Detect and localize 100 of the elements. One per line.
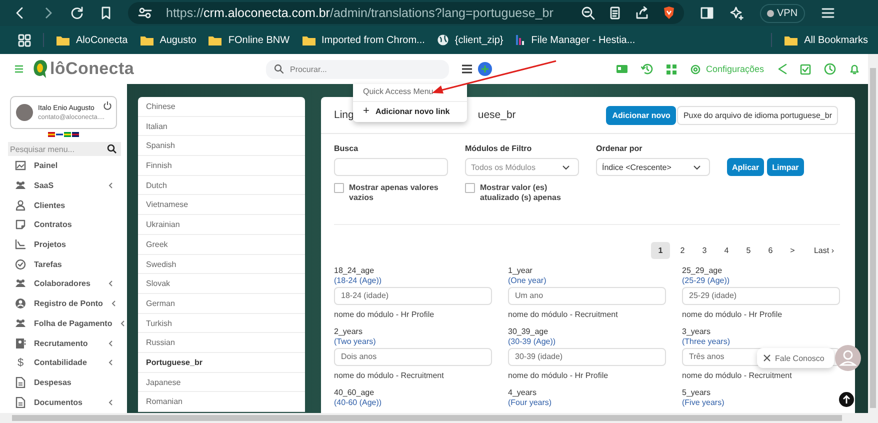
input-field[interactable]: Um ano [508,287,666,305]
sidebar-icon[interactable] [700,6,714,20]
grid-icon[interactable] [666,64,677,74]
language-item[interactable]: German [138,294,305,314]
bookmark[interactable]: AloConecta [56,34,128,46]
address-bar[interactable]: https://crm.aloconecta.com.br/admin/translations?lang=portuguese_br [128,2,684,24]
language-item[interactable]: Greek [138,234,305,254]
apps-grid-icon[interactable] [18,34,31,46]
language-item[interactable]: Dutch [138,176,305,196]
input-field[interactable]: 30-39 (idade) [508,348,666,366]
close-icon[interactable] [763,354,771,362]
menu-item[interactable]: Colaboradores [0,274,127,294]
english-link[interactable]: (18-24 (Age)) [334,276,492,286]
bookmark[interactable]: {client_zip} [436,34,504,46]
page-link[interactable]: Last › [812,242,835,259]
language-item[interactable]: Italian [138,116,305,136]
language-item[interactable]: Romanian [138,392,305,412]
english-link[interactable]: (One year) [508,276,666,286]
bookmark[interactable]: Imported from Chrom... [302,34,425,46]
vpn-button[interactable]: VPN [760,4,805,22]
menu-item[interactable]: Clientes [0,195,127,216]
zoom-out-icon[interactable] [581,6,596,20]
pull-button[interactable]: Puxe do arquivo de idioma portuguese_br [677,106,838,124]
reader-icon[interactable] [609,6,622,20]
input-field[interactable]: 18-24 (idade) [334,287,492,305]
bookmark-icon[interactable] [100,6,112,20]
language-item[interactable]: Japanese [138,372,305,392]
scrollbar[interactable] [0,413,868,423]
shield-icon[interactable] [663,6,676,20]
menu-item[interactable]: + Adicionar novo link [353,102,467,122]
english-link[interactable]: (Five years) [682,398,840,408]
language-item[interactable]: Vietnamese [138,195,305,216]
english-link[interactable]: (30-39 (Age)) [508,337,666,347]
language-item[interactable]: Ukrainian [138,215,305,235]
bookmark[interactable]: Augusto [140,34,196,46]
input-field[interactable]: 25-29 (idade) [682,287,840,305]
reload-icon[interactable] [70,6,84,20]
english-link[interactable]: (Two years) [334,337,492,347]
page-link[interactable]: > [782,242,802,259]
scroll-top-icon[interactable] [839,392,854,407]
menu-item[interactable]: Projetos [0,234,127,254]
bookmark[interactable]: File Manager - Hestia... [515,34,636,46]
page-link[interactable]: 4 [716,242,736,259]
menu-item[interactable]: Painel [0,156,127,176]
page-link[interactable]: 1 [650,242,670,259]
page-link[interactable]: 5 [738,242,758,259]
page-link[interactable]: 2 [672,242,692,259]
add-button[interactable]: Adicionar novo [606,106,676,124]
checkbox-icon[interactable] [800,64,811,74]
language-item[interactable]: Slovak [138,274,305,294]
menu-item[interactable]: SaaS [0,176,127,196]
sparkle-icon[interactable] [730,6,744,20]
apply-button[interactable]: Aplicar [727,158,764,176]
checkbox[interactable] [334,183,344,193]
menu-icon[interactable] [820,6,835,20]
url-text: https://crm.aloconecta.com.br/admin/translations?lang=portuguese_br [166,6,554,20]
english-link[interactable]: (25-29 (Age)) [682,276,840,286]
avatar-icon[interactable] [835,345,861,371]
language-item[interactable]: Turkish [138,314,305,334]
menu-item[interactable]: Recrutamento [0,333,127,353]
menu-item[interactable]: Registro de Ponto [0,294,127,314]
english-link[interactable]: (Four years) [508,398,666,408]
menu-item[interactable]: Despesas [0,372,127,392]
sort-dropdown[interactable]: Índice <Crescente> [596,158,710,176]
language-item[interactable]: Russian [138,333,305,353]
menu-item[interactable]: Folha de Pagamento [0,314,127,334]
language-item[interactable]: Chinese [138,97,305,117]
page-link[interactable]: 3 [694,242,714,259]
module-dropdown[interactable]: Todos os Módulos [465,158,579,176]
english-link[interactable]: (40-60 (Age)) [334,398,492,408]
history-icon[interactable] [640,63,653,75]
checkbox[interactable] [465,183,475,193]
menu-item[interactable]: Documentos [0,392,127,412]
menu-item[interactable]: Tarefas [0,254,127,274]
site-settings-icon[interactable] [138,7,152,19]
add-icon[interactable] [478,62,492,76]
search-field[interactable]: Procurar... [266,60,449,78]
language-item[interactable]: Spanish [138,136,305,156]
search-field[interactable] [334,158,448,176]
clock-icon[interactable] [824,63,836,75]
language-item[interactable]: Portuguese_br [138,352,305,373]
clear-button[interactable]: Limpar [767,158,804,176]
english-link[interactable]: (Three years) [682,337,840,347]
language-item[interactable]: Swedish [138,254,305,274]
scrollbar[interactable] [868,54,878,423]
translation-key: 1_year [508,266,666,276]
search-icon[interactable] [107,144,117,154]
power-icon[interactable] [103,101,112,110]
bookmark[interactable]: All Bookmarks [784,34,868,46]
page-title: uese_br [478,109,516,121]
card-icon[interactable] [616,64,628,74]
bookmark[interactable]: FOnline BNW [208,34,290,46]
input-field[interactable]: Dois anos [334,348,492,366]
chat-tooltip[interactable]: Fale Conosco [757,348,834,368]
page-link[interactable]: 6 [760,242,780,259]
bell-icon[interactable] [849,63,860,75]
menu-item[interactable]: Contratos [0,215,127,235]
menu-item[interactable]: $ Contabilidade [0,352,127,373]
menu-icon[interactable] [460,63,473,75]
language-item[interactable]: Finnish [138,156,305,176]
